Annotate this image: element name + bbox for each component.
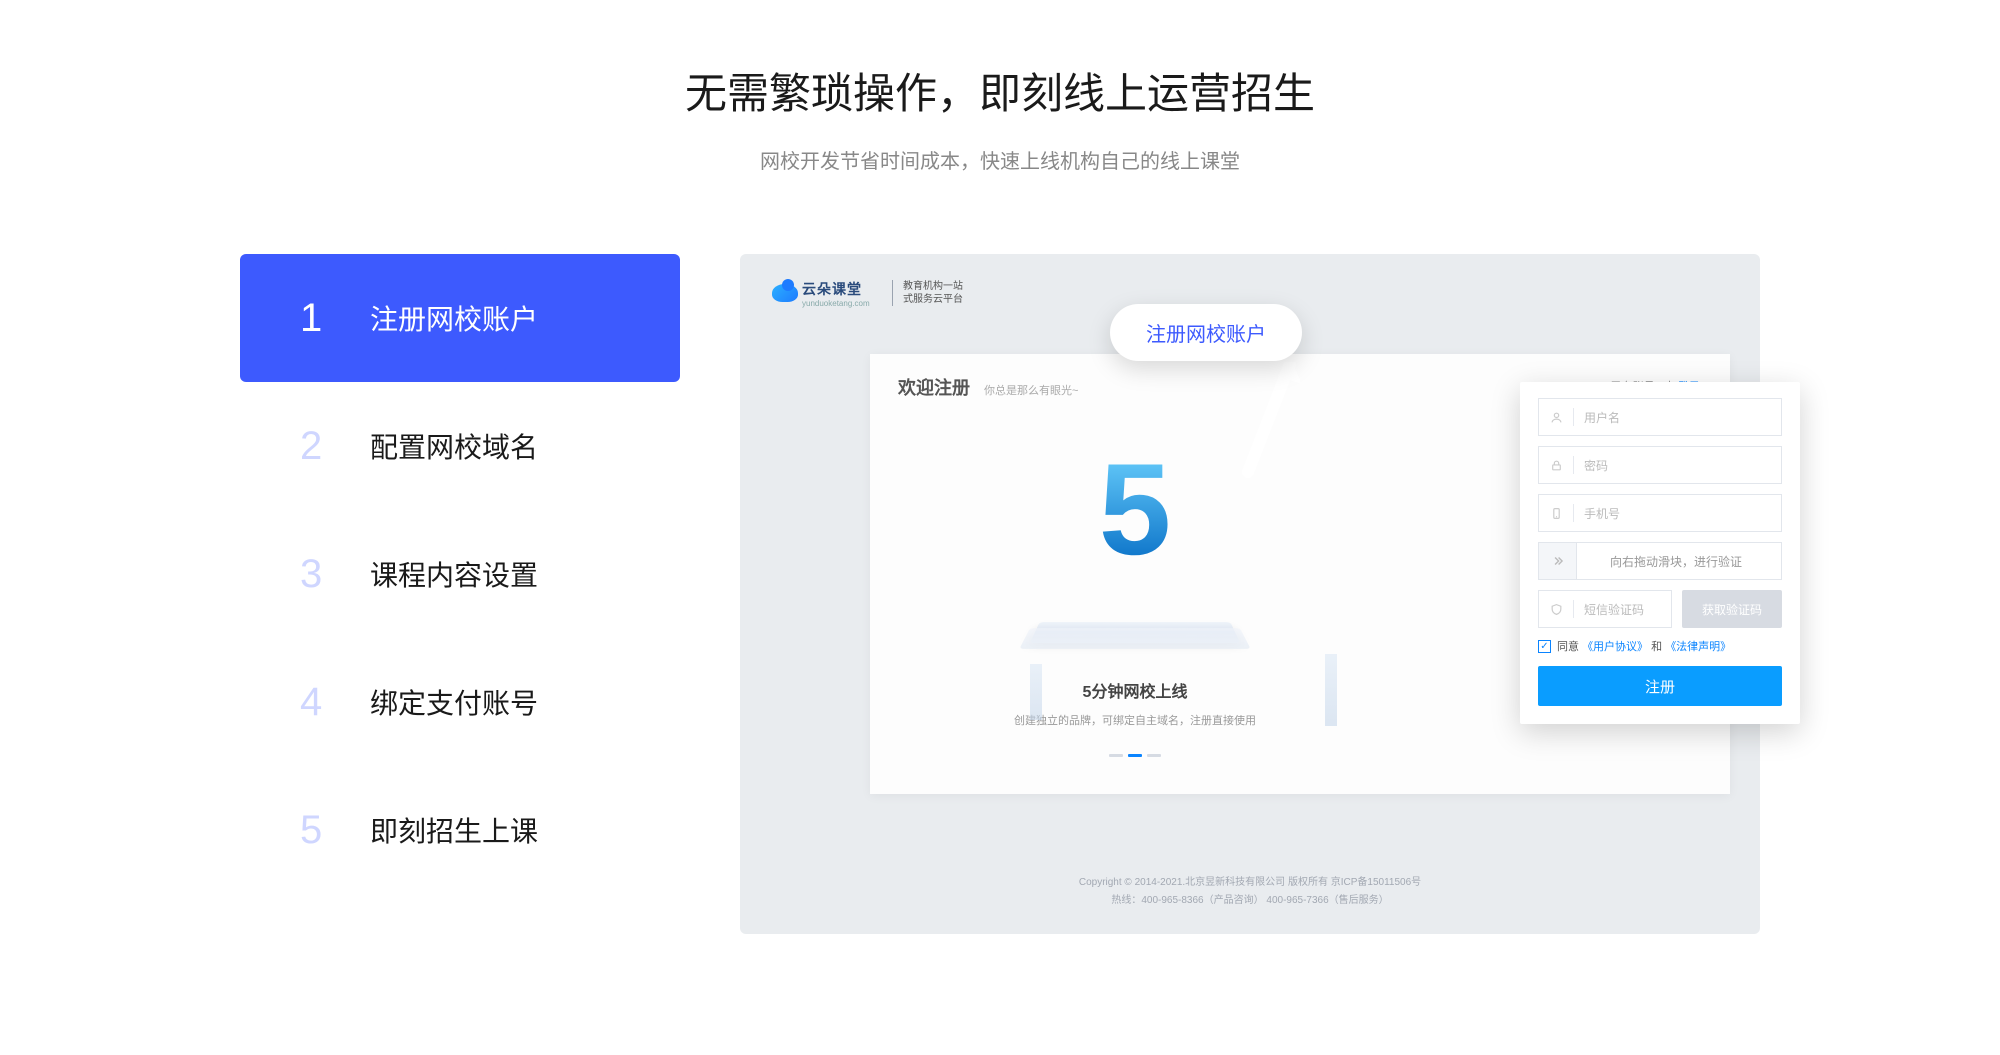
sms-code-placeholder: 短信验证码 <box>1584 601 1644 618</box>
pointer-arrow-icon <box>1230 362 1300 482</box>
preview-panel: 云朵课堂 yunduoketang.com 教育机构一站 式服务云平台 注册网校… <box>740 254 1760 934</box>
phone-placeholder: 手机号 <box>1584 505 1620 522</box>
hero-big-number: 5 <box>1045 444 1225 574</box>
preview-footer: Copyright © 2014-2021.北京昱新科技有限公司 版权所有 京I… <box>740 874 1760 910</box>
step-num: 3 <box>300 552 370 597</box>
user-agreement-link[interactable]: 《用户协议》 <box>1582 641 1648 653</box>
step-label: 课程内容设置 <box>370 554 538 594</box>
carousel-dot[interactable] <box>1147 754 1161 757</box>
step-item-2[interactable]: 2 配置网校域名 <box>240 382 680 510</box>
step-item-4[interactable]: 4 绑定支付账号 <box>240 638 680 766</box>
agree-row: ✓ 同意 《用户协议》 和 《法律声明》 <box>1538 638 1782 654</box>
step-item-1[interactable]: 1 注册网校账户 <box>240 254 680 382</box>
get-code-button[interactable]: 获取验证码 <box>1682 590 1782 628</box>
step-num: 2 <box>300 424 370 469</box>
slider-text: 向右拖动滑块，进行验证 <box>1610 553 1742 570</box>
step-label: 即刻招生上课 <box>370 810 538 850</box>
legal-notice-link[interactable]: 《法律声明》 <box>1665 641 1731 653</box>
password-field[interactable]: 密码 <box>1538 446 1782 484</box>
step-label: 配置网校域名 <box>370 426 538 466</box>
register-form: 用户名 密码 手机号 <box>1520 382 1800 724</box>
hero-desc: 创建独立的品牌，可绑定自主域名，注册直接使用 <box>930 712 1340 728</box>
copyright-line: Copyright © 2014-2021.北京昱新科技有限公司 版权所有 京I… <box>740 874 1760 892</box>
logo-tagline: 教育机构一站 式服务云平台 <box>903 280 963 306</box>
step-item-3[interactable]: 3 课程内容设置 <box>240 510 680 638</box>
step-num: 1 <box>300 296 370 341</box>
username-placeholder: 用户名 <box>1584 409 1620 426</box>
step-nav: 1 注册网校账户 2 配置网校域名 3 课程内容设置 4 绑定支付账号 5 即刻… <box>240 254 680 894</box>
phone-field[interactable]: 手机号 <box>1538 494 1782 532</box>
carousel-dots <box>930 754 1340 757</box>
step-label: 绑定支付账号 <box>370 682 538 722</box>
hotline-line: 热线：400-965-8366（产品咨询） 400-965-7366（售后服务） <box>740 892 1760 910</box>
lock-icon <box>1549 459 1563 472</box>
card-title: 欢迎注册 <box>898 374 970 400</box>
callout-bubble: 注册网校账户 <box>1110 304 1302 361</box>
hero: 5 5分钟网校上线 创建独立的品牌，可绑定自主域名，注册直接使用 <box>930 444 1340 757</box>
carousel-dot[interactable] <box>1128 754 1142 757</box>
shield-icon <box>1549 603 1563 616</box>
step-num: 5 <box>300 808 370 853</box>
register-button[interactable]: 注册 <box>1538 666 1782 706</box>
bar-decoration <box>1030 664 1042 720</box>
logo-text: 云朵课堂 <box>802 279 870 299</box>
password-placeholder: 密码 <box>1584 457 1608 474</box>
slider-captcha[interactable]: 向右拖动滑块，进行验证 <box>1538 542 1782 580</box>
step-num: 4 <box>300 680 370 725</box>
user-icon <box>1549 411 1563 424</box>
page-title: 无需繁琐操作，即刻线上运营招生 <box>0 60 2000 121</box>
platform-illustration <box>1019 628 1250 649</box>
page-subtitle: 网校开发节省时间成本，快速上线机构自己的线上课堂 <box>0 145 2000 174</box>
slider-handle[interactable] <box>1539 543 1577 579</box>
phone-icon <box>1549 507 1563 520</box>
cloud-icon <box>772 284 798 302</box>
step-item-5[interactable]: 5 即刻招生上课 <box>240 766 680 894</box>
logo-mark: 云朵课堂 yunduoketang.com <box>772 281 882 305</box>
username-field[interactable]: 用户名 <box>1538 398 1782 436</box>
bar-decoration <box>1325 654 1337 726</box>
logo: 云朵课堂 yunduoketang.com 教育机构一站 式服务云平台 <box>772 280 1728 306</box>
carousel-dot[interactable] <box>1109 754 1123 757</box>
agree-checkbox[interactable]: ✓ <box>1538 640 1551 653</box>
logo-domain: yunduoketang.com <box>802 299 870 308</box>
hero-title: 5分钟网校上线 <box>930 678 1340 702</box>
card-subtitle: 你总是那么有眼光~ <box>984 382 1078 398</box>
logo-separator <box>892 280 893 306</box>
register-card: 欢迎注册 你总是那么有眼光~ 已有账号? 去 登录 5 5分钟网校上线 创建独立… <box>870 354 1730 794</box>
step-label: 注册网校账户 <box>370 298 538 338</box>
sms-code-field[interactable]: 短信验证码 <box>1538 590 1672 628</box>
